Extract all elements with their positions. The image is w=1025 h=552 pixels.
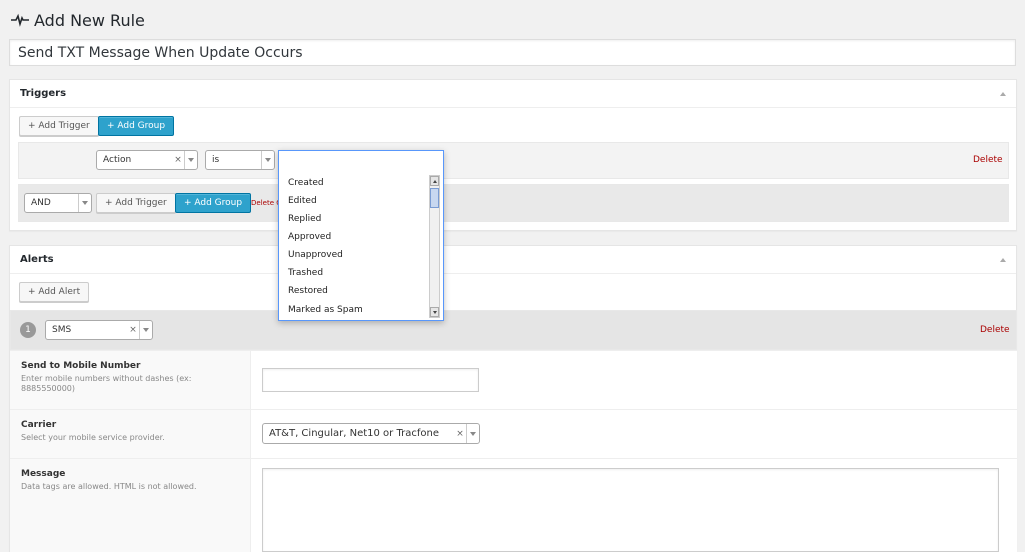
triggers-header[interactable]: Triggers: [10, 80, 1016, 108]
clear-alert-type-icon[interactable]: ×: [127, 325, 139, 335]
mobile-field-row: Send to Mobile Number Enter mobile numbe…: [10, 350, 1017, 409]
group-logic-value: AND: [31, 198, 51, 208]
mobile-number-input[interactable]: [262, 368, 479, 392]
clear-field-icon[interactable]: ×: [172, 155, 184, 165]
rule-name-input[interactable]: Send TXT Message When Update Occurs: [9, 39, 1016, 66]
trigger-field-value: Action: [103, 155, 132, 165]
mobile-label-col: Send to Mobile Number Enter mobile numbe…: [10, 351, 251, 409]
rule-name-value: Send TXT Message When Update Occurs: [18, 44, 303, 61]
alert-type-value: SMS: [52, 325, 72, 335]
chevron-down-icon[interactable]: [78, 194, 91, 212]
carrier-label-col: Carrier Select your mobile service provi…: [10, 410, 251, 458]
delete-trigger-link[interactable]: Delete: [973, 155, 1003, 165]
message-label-col: Message Data tags are allowed. HTML is n…: [10, 459, 251, 552]
pulse-icon: [10, 10, 30, 30]
add-alert-button[interactable]: + Add Alert: [19, 282, 90, 302]
dropdown-option[interactable]: Edited: [288, 196, 317, 206]
action-dropdown[interactable]: Created Edited Replied Approved Unapprov…: [278, 150, 444, 321]
dropdown-search-input[interactable]: [283, 155, 439, 173]
carrier-value: AT&T, Cingular, Net10 or Tracfone: [269, 428, 439, 439]
chevron-down-icon[interactable]: [261, 151, 274, 169]
scroll-thumb[interactable]: [430, 188, 439, 208]
alert-type-select[interactable]: SMS ×: [45, 320, 153, 340]
dropdown-option[interactable]: Approved: [288, 232, 331, 242]
trigger-operator-select[interactable]: is: [205, 150, 275, 170]
page-title: Add New Rule: [10, 8, 145, 32]
dropdown-option[interactable]: Marked as Spam: [288, 305, 363, 315]
add-group-button[interactable]: + Add Group: [98, 116, 175, 136]
alerts-title: Alerts: [20, 254, 54, 265]
mobile-label: Send to Mobile Number: [21, 361, 141, 371]
dropdown-option[interactable]: Restored: [288, 286, 328, 296]
trigger-field-select[interactable]: Action ×: [96, 150, 198, 170]
chevron-down-icon[interactable]: [184, 151, 197, 169]
clear-carrier-icon[interactable]: ×: [454, 429, 466, 439]
dropdown-option[interactable]: Unapproved: [288, 250, 343, 260]
alert-header-row: [10, 310, 1017, 350]
mobile-description: Enter mobile numbers without dashes (ex:…: [21, 374, 192, 393]
message-description: Data tags are allowed. HTML is not allow…: [21, 482, 197, 491]
collapse-triggers-icon[interactable]: [1000, 91, 1006, 96]
trigger-operator-value: is: [212, 155, 220, 165]
collapse-alerts-icon[interactable]: [1000, 257, 1006, 262]
dropdown-option[interactable]: Created: [288, 178, 324, 188]
scroll-up-icon[interactable]: [430, 176, 439, 186]
carrier-select[interactable]: AT&T, Cingular, Net10 or Tracfone ×: [262, 423, 480, 444]
carrier-field-row: Carrier Select your mobile service provi…: [10, 409, 1017, 458]
chevron-down-icon[interactable]: [466, 424, 479, 443]
add-trigger-button[interactable]: + Add Trigger: [19, 116, 99, 136]
delete-alert-link[interactable]: Delete: [980, 325, 1010, 335]
group-add-group-button[interactable]: + Add Group: [175, 193, 252, 213]
group-logic-select[interactable]: AND: [24, 193, 92, 213]
dropdown-option[interactable]: Trashed: [288, 268, 323, 278]
dropdown-option[interactable]: Replied: [288, 214, 321, 224]
carrier-label: Carrier: [21, 420, 57, 430]
group-add-trigger-button[interactable]: + Add Trigger: [96, 193, 176, 213]
message-label: Message: [21, 469, 66, 479]
alert-number-badge: 1: [20, 322, 36, 338]
scroll-down-icon[interactable]: [430, 307, 439, 317]
message-textarea[interactable]: [262, 468, 999, 552]
triggers-title: Triggers: [20, 88, 67, 99]
alerts-header[interactable]: Alerts: [10, 246, 1016, 274]
dropdown-scrollbar[interactable]: [429, 175, 440, 318]
carrier-description: Select your mobile service provider.: [21, 433, 165, 442]
chevron-down-icon[interactable]: [139, 321, 152, 339]
page-title-text: Add New Rule: [34, 10, 145, 30]
